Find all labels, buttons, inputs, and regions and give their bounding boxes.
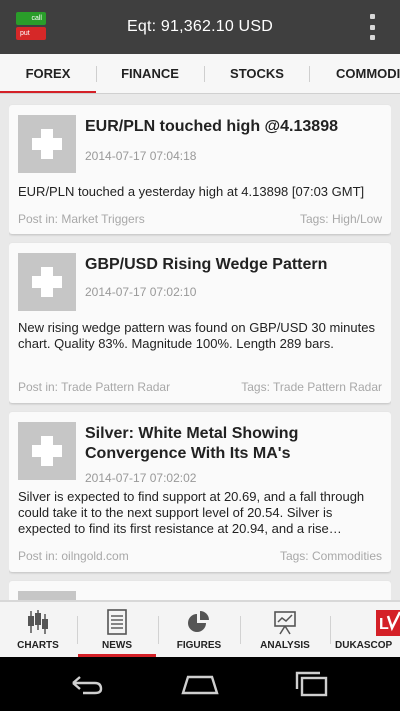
nav-label: ANALYSIS [260,640,310,651]
recent-apps-icon[interactable] [292,669,332,699]
news-thumbnail-placeholder-icon [18,253,76,311]
tab-commodities[interactable]: COMMODI [336,54,400,93]
svg-text:L: L [379,616,389,633]
news-title: EUR/PLN touched high @4.13898 [85,118,338,135]
news-tags[interactable]: Tags: Trade Pattern Radar [241,380,382,394]
news-post-category[interactable]: Post in: Trade Pattern Radar [18,380,170,394]
presentation-board-icon [274,611,296,635]
tab-forex[interactable]: FOREX [0,54,96,93]
nav-news[interactable]: NEWS [78,602,156,657]
call-put-logo[interactable]: call put [16,12,46,40]
nav-label: FIGURES [176,640,222,651]
news-thumbnail-placeholder-icon [18,115,76,173]
equity-balance: Eqt: 91,362.10 USD [127,18,273,35]
dukascopy-logo-icon: L [376,610,400,636]
tab-finance[interactable]: FINANCE [97,54,203,93]
news-card[interactable] [9,581,391,600]
news-post-category[interactable]: Post in: Market Triggers [18,212,145,226]
news-post-category[interactable]: Post in: oilngold.com [18,549,129,563]
pie-chart-icon [188,611,209,632]
news-title: GBP/USD Rising Wedge Pattern [85,256,328,273]
nav-label: CHARTS [17,640,59,651]
news-feed[interactable]: EUR/PLN touched high @4.13898 2014-07-17… [9,102,391,600]
system-navigation-bar [0,657,400,711]
news-card[interactable]: GBP/USD Rising Wedge Pattern 2014-07-17 … [9,243,391,403]
nav-figures[interactable]: FIGURES [159,602,239,657]
news-card[interactable]: EUR/PLN touched high @4.13898 2014-07-17… [9,105,391,234]
candlestick-chart-icon [28,610,48,634]
nav-label: DUKASCOP [335,640,393,651]
put-label: put [16,27,46,40]
tab-stocks[interactable]: STOCKS [205,54,309,93]
nav-charts[interactable]: CHARTS [0,602,76,657]
call-label: call [16,12,46,25]
nav-dukascopy[interactable]: L DUKASCOP [331,602,400,657]
category-tabs: FOREX FINANCE STOCKS COMMODI [0,54,400,94]
news-tags[interactable]: Tags: Commodities [280,549,382,563]
news-card[interactable]: Silver: White Metal Showing Convergence … [9,412,391,572]
home-icon[interactable] [180,669,220,699]
newspaper-icon [107,609,127,635]
bottom-navigation: CHARTS NEWS FIGURES ANALYSIS L DUKASCOP [0,600,400,657]
news-thumbnail-placeholder-icon [18,591,76,600]
news-title: Silver: White Metal Showing Convergence … [85,425,299,462]
overflow-menu-icon[interactable] [370,14,376,40]
news-body: EUR/PLN touched a yesterday high at 4.13… [18,184,365,199]
nav-label: NEWS [102,640,132,651]
news-date: 2014-07-17 07:02:02 [85,471,197,485]
news-date: 2014-07-17 07:04:18 [85,149,197,163]
news-date: 2014-07-17 07:02:10 [85,285,197,299]
news-thumbnail-placeholder-icon [18,422,76,480]
news-body: Silver is expected to find support at 20… [18,489,365,536]
tab-divider [309,66,310,82]
nav-analysis[interactable]: ANALYSIS [241,602,329,657]
news-body: New rising wedge pattern was found on GB… [18,320,375,351]
news-tags[interactable]: Tags: High/Low [300,212,382,226]
back-icon[interactable] [67,669,107,699]
action-bar: call put Eqt: 91,362.10 USD [0,0,400,54]
